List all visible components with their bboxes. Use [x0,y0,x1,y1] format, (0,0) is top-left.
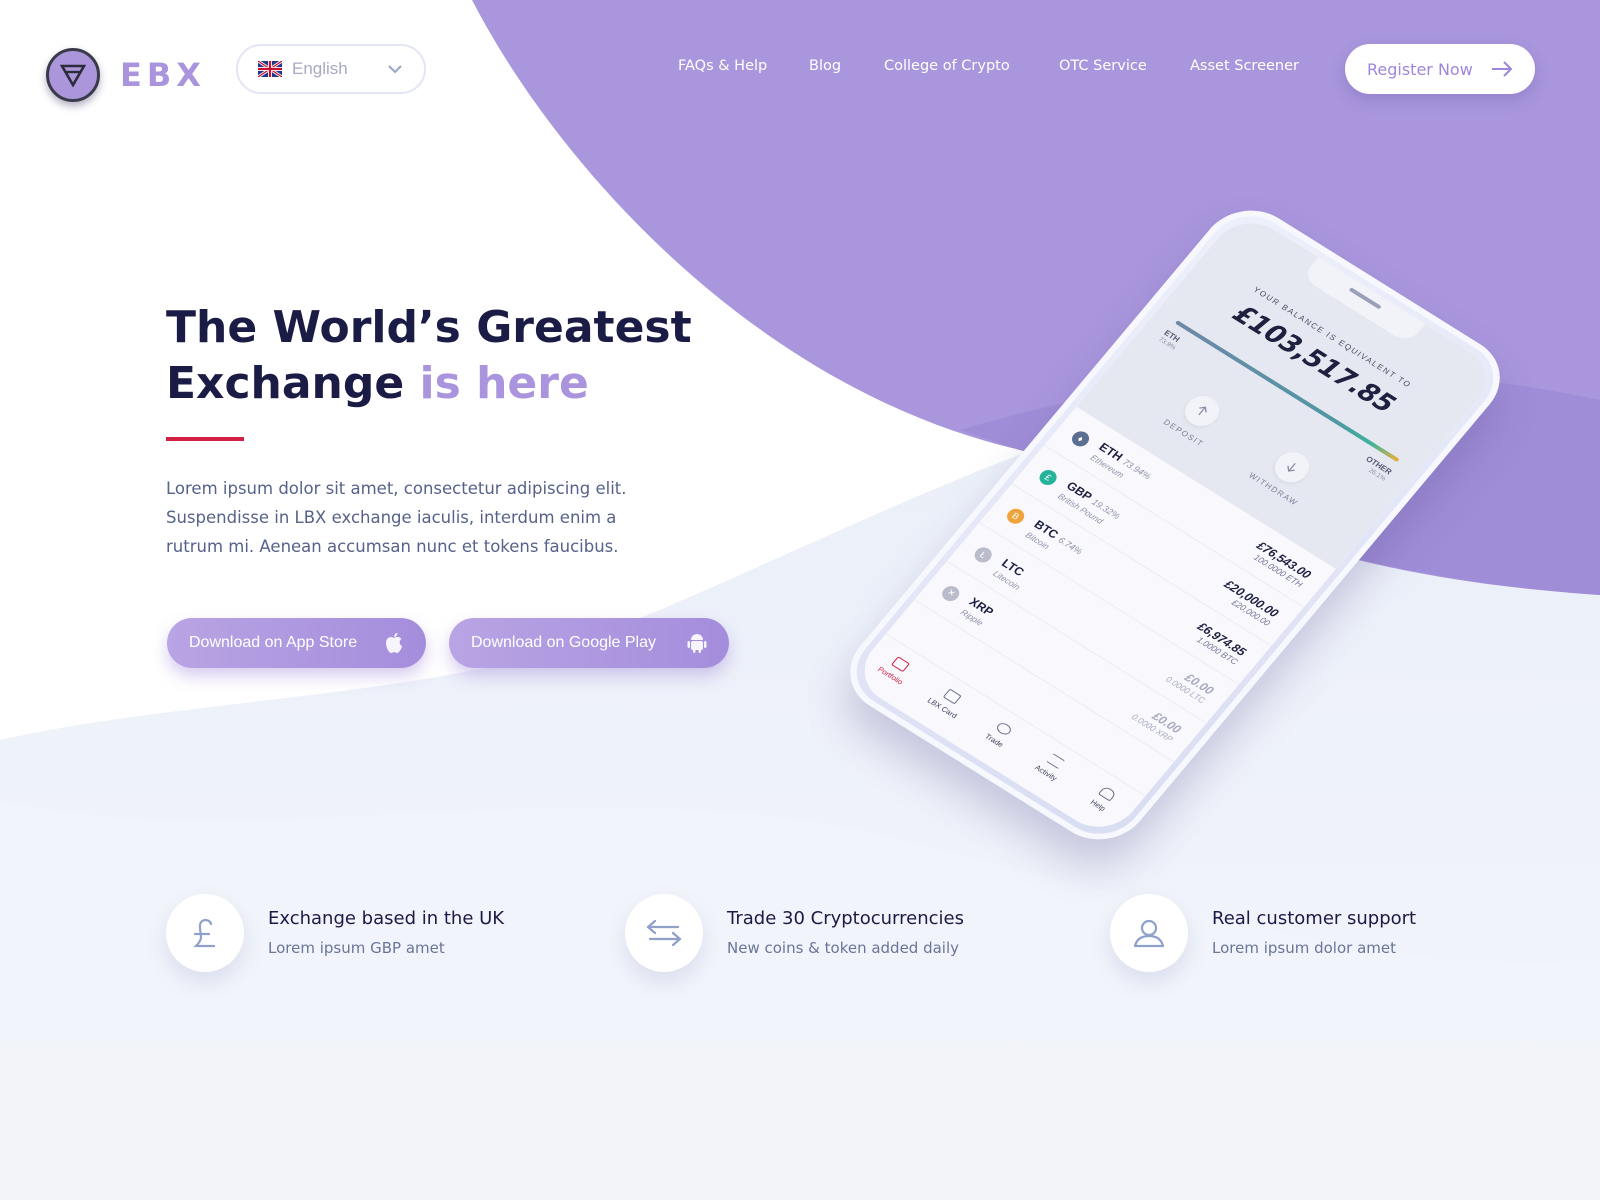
feature-title: Trade 30 Cryptocurrencies [727,908,964,929]
tab-label: LBX Card [925,695,960,721]
pound-coin-icon: £ [1036,466,1061,488]
hero-title-line2: Exchange [166,358,420,409]
litecoin-icon: Ł [971,544,996,565]
deposit-icon [1178,390,1227,432]
ethereum-icon: ♦ [1068,428,1093,449]
nav-asset-screener[interactable]: Asset Screener [1190,58,1299,74]
arrow-right-icon [1492,61,1513,77]
app-store-button[interactable]: Download on App Store [167,618,426,668]
feature-title: Real customer support [1212,908,1417,929]
hero-title-line1: The World’s Greatest [166,302,692,353]
portfolio-icon [890,656,910,672]
google-play-label: Download on Google Play [471,634,657,651]
headset-icon [1098,785,1118,802]
card-icon [942,688,962,705]
nav-college-of-crypto[interactable]: College of Crypto [884,58,1010,74]
chevron-down-icon [388,65,402,74]
exchange-arrows-icon [625,894,703,972]
brand-name: EBX [120,56,206,94]
hero-title: The World’s Greatest Exchange is here [166,300,692,412]
nav-faqs-help[interactable]: FAQs & Help [678,58,767,74]
register-button[interactable]: Register Now [1345,44,1535,94]
deposit-action[interactable]: DEPOSIT [1147,377,1247,457]
google-play-button[interactable]: Download on Google Play [449,618,729,668]
logo-icon [46,48,100,102]
tab-label: Trade [983,731,1006,750]
user-icon [1110,894,1188,972]
feature-text: Trade 30 Cryptocurrencies New coins & to… [727,894,964,957]
feature-subtitle: New coins & token added daily [727,939,960,957]
language-selector[interactable]: English [236,44,426,94]
activity-icon [1046,753,1066,770]
feature-subtitle: Lorem ipsum dolor amet [1212,939,1396,957]
withdraw-action[interactable]: WITHDRAW [1237,434,1337,514]
feature-subtitle: Lorem ipsum GBP amet [268,939,445,957]
apple-icon [386,633,402,653]
uk-flag-icon [258,61,282,77]
bitcoin-icon: B [1003,505,1028,527]
app-store-label: Download on App Store [189,634,358,651]
background-shapes [0,0,1600,1200]
tab-label: Help [1088,797,1108,813]
feature-text: Exchange based in the UK Lorem ipsum GBP… [268,894,504,957]
feature-customer-support: Real customer support Lorem ipsum dolor … [1110,894,1416,972]
pound-icon [166,894,244,972]
feature-text: Real customer support Lorem ipsum dolor … [1212,894,1416,957]
feature-trade-crypto: Trade 30 Cryptocurrencies New coins & to… [625,894,964,972]
tab-label: Portfolio [875,664,906,687]
hero-description: Lorem ipsum dolor sit amet, consectetur … [166,479,627,556]
android-icon [687,634,707,653]
feature-title: Exchange based in the UK [268,908,505,929]
title-underline [166,437,244,441]
nav-otc-service[interactable]: OTC Service [1059,58,1147,74]
feature-exchange-uk: Exchange based in the UK Lorem ipsum GBP… [166,894,504,972]
language-label: English [292,59,348,78]
trade-icon [994,720,1014,737]
brand-logo[interactable]: EBX [46,48,206,102]
hero-title-accent: is here [419,358,589,409]
ripple-icon: ✕ [939,582,964,604]
nav-blog[interactable]: Blog [809,58,841,74]
register-label: Register Now [1367,59,1473,79]
withdraw-icon [1268,446,1316,489]
tab-label: Activity [1033,763,1060,783]
